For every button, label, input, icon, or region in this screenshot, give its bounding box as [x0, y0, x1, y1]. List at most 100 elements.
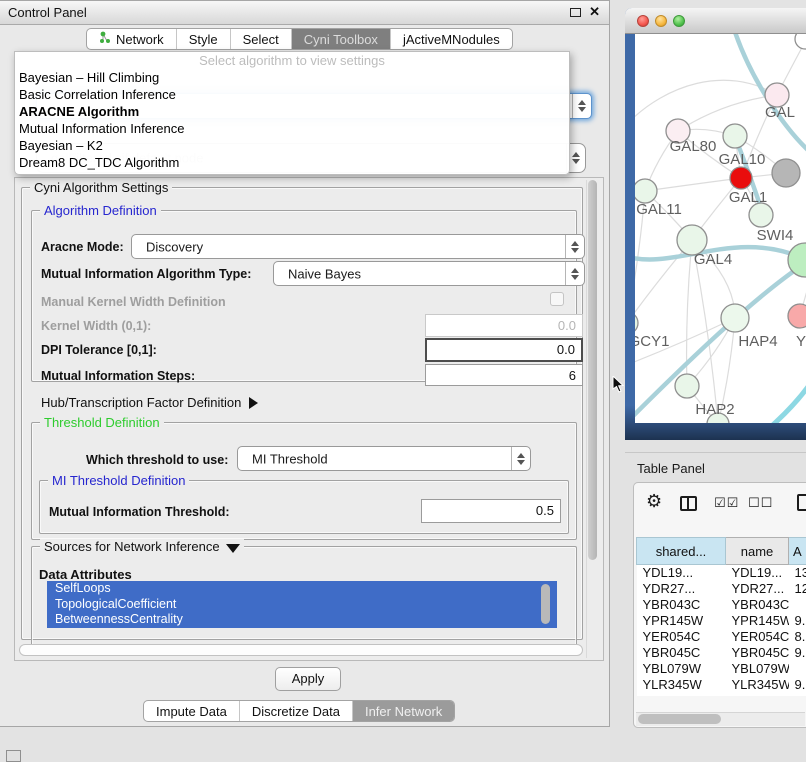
table-row[interactable]: YER054CYER054C8. — [637, 629, 806, 645]
table-hscrollbar-thumb[interactable] — [638, 714, 721, 724]
gear-icon[interactable]: ⚙ — [646, 491, 662, 512]
zoom-traffic-light-icon[interactable] — [673, 15, 685, 27]
close-traffic-light-icon[interactable] — [637, 15, 649, 27]
table-cell[interactable]: YER054C — [726, 629, 789, 645]
algorithm-option[interactable]: ARACNE Algorithm — [15, 103, 569, 120]
tab-select[interactable]: Select — [231, 29, 292, 49]
table-cell[interactable]: YBL079W — [637, 661, 726, 677]
tab-infer-network[interactable]: Infer Network — [353, 701, 454, 721]
network-node[interactable] — [730, 167, 752, 189]
network-canvas[interactable]: GALGAL80GAL10GAL1GAL11SWI4GAL4GCY1HAP4YH… — [635, 34, 806, 423]
select-all-checkboxes-icon[interactable]: ☑☑ — [714, 496, 739, 511]
algorithm-option[interactable]: Mutual Information Inference — [15, 120, 569, 137]
table-cell[interactable]: YDR27... — [637, 581, 726, 597]
table-cell[interactable]: YDL19... — [637, 565, 726, 581]
settings-vscrollbar-thumb[interactable] — [588, 180, 597, 560]
table-cell[interactable]: 0. — [789, 693, 806, 697]
kernel-width-field[interactable]: 0.0 — [425, 314, 583, 337]
data-attributes-list[interactable]: SelfLoopsTopologicalCoefficientBetweenne… — [47, 581, 557, 628]
table-cell[interactable] — [789, 597, 806, 613]
which-threshold-combobox[interactable]: MI Threshold — [237, 446, 531, 471]
network-node[interactable] — [788, 304, 806, 328]
split-columns-icon[interactable] — [680, 496, 697, 511]
network-node[interactable] — [721, 304, 749, 332]
hub-definition-toggle[interactable]: Hub/Transcription Factor Definition — [41, 395, 258, 410]
tab-cyni-toolbox[interactable]: Cyni Toolbox — [292, 29, 391, 49]
algorithm-option[interactable]: Bayesian – Hill Climbing — [15, 69, 569, 86]
manual-kernel-checkbox[interactable] — [550, 292, 564, 306]
tab-discretize-data[interactable]: Discretize Data — [240, 701, 353, 721]
new-table-icon[interactable] — [797, 494, 806, 511]
attributes-scrollbar-thumb[interactable] — [541, 584, 550, 624]
table-cell[interactable]: YIL052C — [637, 693, 726, 697]
table-cell[interactable]: 12 — [789, 581, 806, 597]
tab-jactivemnodules[interactable]: jActiveMNodules — [391, 29, 512, 49]
control-panel-titlebar[interactable]: Control Panel ✕ — [0, 1, 609, 25]
deselect-all-checkboxes-icon[interactable]: ☐☐ — [748, 496, 773, 511]
column-header-shared-name[interactable]: shared... — [637, 538, 726, 565]
table-row[interactable]: YDL19...YDL19...13 — [637, 565, 806, 581]
network-node[interactable] — [723, 124, 747, 148]
data-attribute-item[interactable]: gal4RGexp — [47, 628, 557, 629]
table-cell[interactable]: YER054C — [637, 629, 726, 645]
tab-impute-data[interactable]: Impute Data — [144, 701, 240, 721]
table-row[interactable]: YDR27...YDR27...12 — [637, 581, 806, 597]
table-cell[interactable] — [789, 661, 806, 677]
data-attribute-item[interactable]: TopologicalCoefficient — [47, 597, 557, 613]
node-table[interactable]: shared... name A YDL19...YDL19...13YDR27… — [634, 537, 806, 696]
network-node[interactable] — [795, 34, 806, 49]
table-row[interactable]: YIL052CYIL052C0. — [637, 693, 806, 697]
table-cell[interactable]: YDL19... — [726, 565, 789, 581]
table-cell[interactable]: 8. — [789, 629, 806, 645]
column-header-name[interactable]: name — [726, 538, 789, 565]
network-window-titlebar[interactable] — [625, 8, 806, 34]
data-attribute-item[interactable]: SelfLoops — [47, 581, 557, 597]
column-header-partial[interactable]: A — [789, 538, 806, 565]
close-icon[interactable]: ✕ — [589, 4, 600, 20]
algorithm-option[interactable]: Dream8 DC_TDC Algorithm — [15, 154, 569, 171]
minimize-traffic-light-icon[interactable] — [655, 15, 667, 27]
tab-style[interactable]: Style — [177, 29, 231, 49]
sources-group-title[interactable]: Sources for Network Inference — [40, 539, 244, 554]
table-cell[interactable]: YBL079W — [726, 661, 789, 677]
table-cell[interactable]: 9. — [789, 677, 806, 693]
table-row[interactable]: YBR043CYBR043C — [637, 597, 806, 613]
table-row[interactable]: YBL079WYBL079W — [637, 661, 806, 677]
table-cell[interactable]: YBR043C — [726, 597, 789, 613]
settings-vscrollbar-track[interactable] — [586, 180, 597, 658]
table-cell[interactable]: YBR045C — [726, 645, 789, 661]
table-row[interactable]: YLR345WYLR345W9. — [637, 677, 806, 693]
table-cell[interactable]: 9. — [789, 613, 806, 629]
tab-network[interactable]: Network — [87, 29, 177, 49]
network-node[interactable] — [749, 203, 773, 227]
table-row[interactable]: YBR045CYBR045C9. — [637, 645, 806, 661]
table-cell[interactable]: YBR045C — [637, 645, 726, 661]
aracne-mode-combobox[interactable]: Discovery — [131, 234, 585, 259]
table-cell[interactable]: YIL052C — [726, 693, 789, 697]
table-cell[interactable]: YPR145W — [726, 613, 789, 629]
panel-grip-icon[interactable] — [6, 750, 21, 762]
network-node[interactable] — [635, 179, 657, 203]
table-cell[interactable]: YLR345W — [726, 677, 789, 693]
mi-threshold-field[interactable]: 0.5 — [421, 499, 561, 523]
data-attribute-item[interactable]: BetweennessCentrality — [47, 612, 557, 628]
table-row[interactable]: YPR145WYPR145W9. — [637, 613, 806, 629]
dpi-tolerance-field[interactable]: 0.0 — [425, 338, 583, 362]
table-cell[interactable]: YLR345W — [637, 677, 726, 693]
mi-type-combobox[interactable]: Naive Bayes — [273, 261, 585, 286]
table-cell[interactable]: 13 — [789, 565, 806, 581]
network-node[interactable] — [772, 159, 800, 187]
network-node[interactable] — [635, 312, 638, 334]
algorithm-option[interactable]: Basic Correlation Inference — [15, 86, 569, 103]
network-edge[interactable] — [645, 178, 741, 191]
table-cell[interactable]: YBR043C — [637, 597, 726, 613]
table-cell[interactable]: 9. — [789, 645, 806, 661]
mi-steps-field[interactable]: 6 — [425, 364, 583, 386]
algorithm-option[interactable]: Bayesian – K2 — [15, 137, 569, 154]
table-cell[interactable]: YDR27... — [726, 581, 789, 597]
table-cell[interactable]: YPR145W — [637, 613, 726, 629]
float-window-icon[interactable] — [570, 8, 581, 17]
settings-hscrollbar-thumb[interactable] — [19, 644, 583, 656]
apply-button[interactable]: Apply — [275, 667, 341, 691]
network-node[interactable] — [675, 374, 699, 398]
